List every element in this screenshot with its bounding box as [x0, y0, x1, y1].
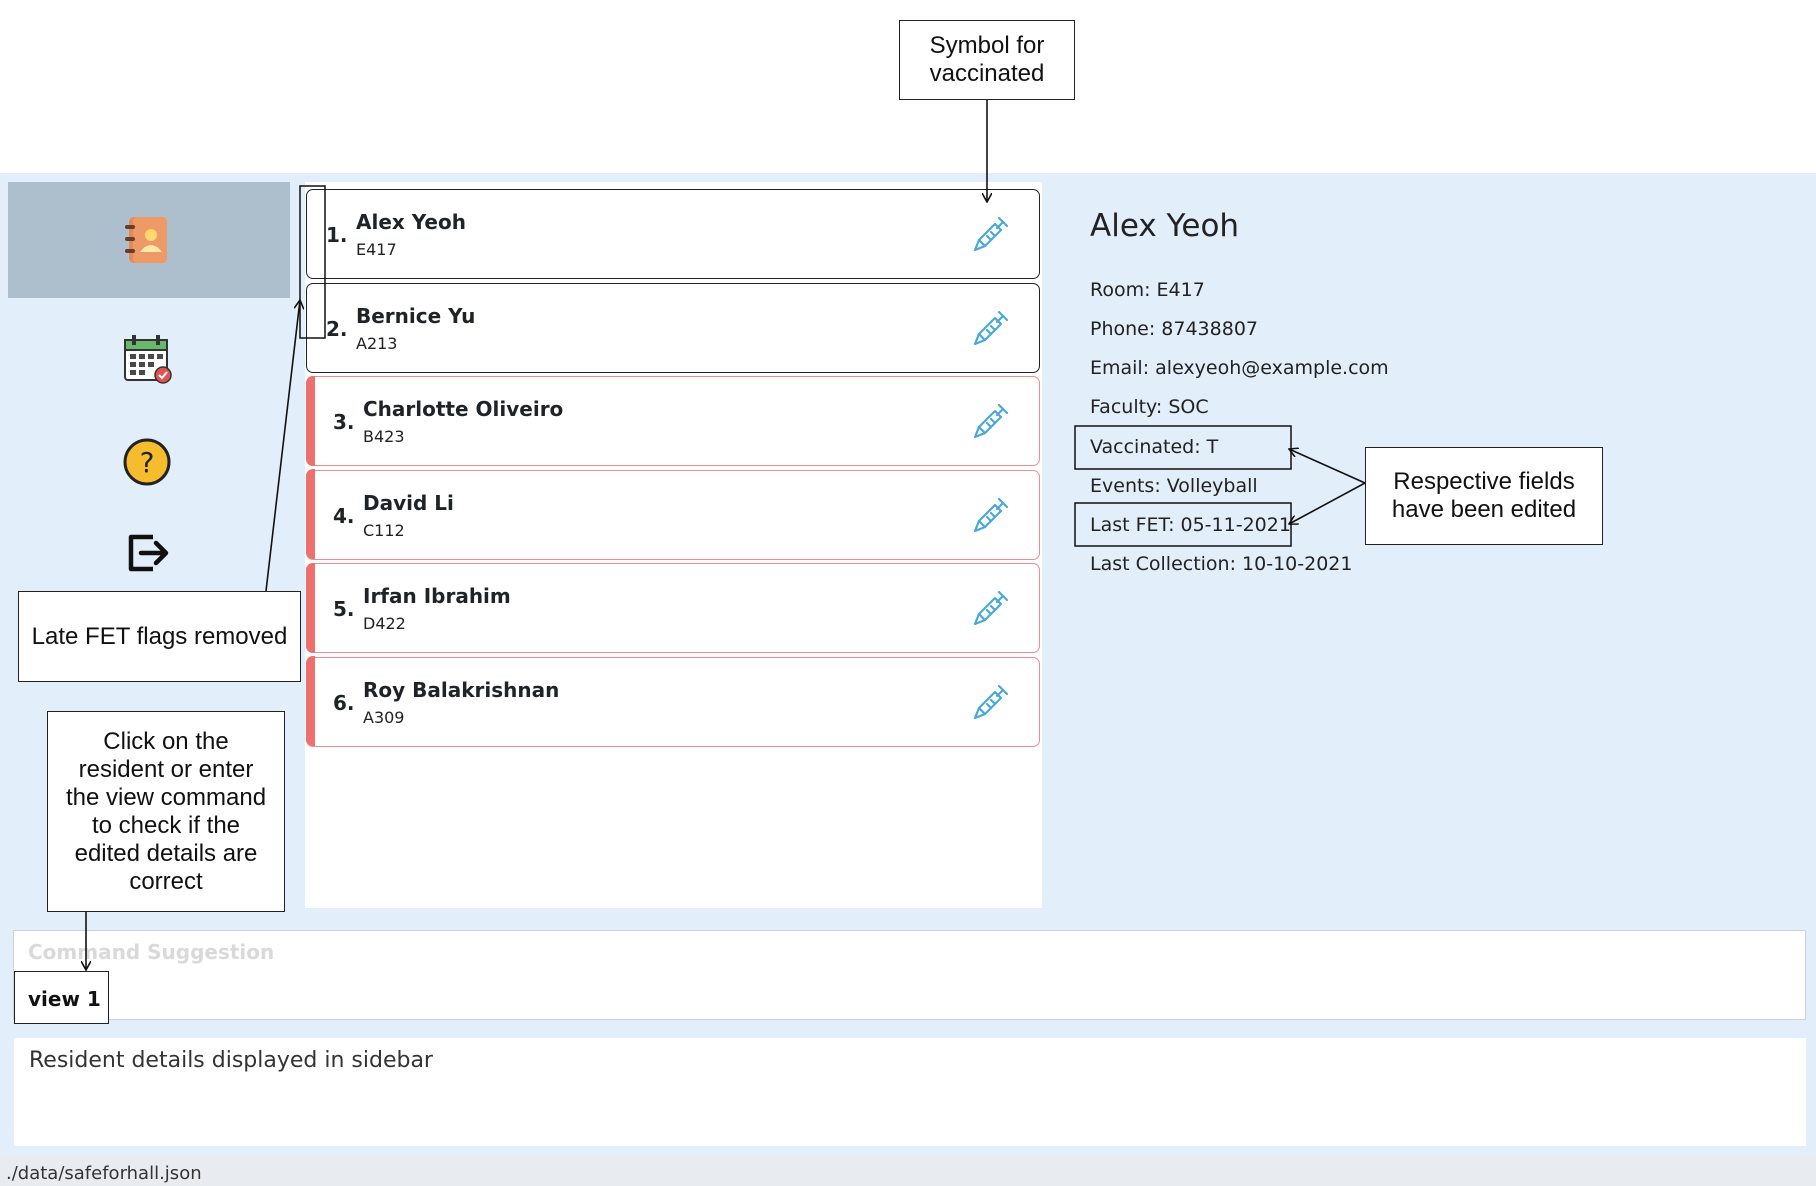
callout-line: Click on the: [103, 727, 229, 755]
syringe-icon: [971, 214, 1011, 258]
resident-room: A213: [356, 333, 398, 353]
command-box[interactable]: [13, 930, 1806, 1020]
detail-events: Events: Volleyball: [1090, 475, 1258, 497]
resident-card[interactable]: 2. Bernice Yu A213: [306, 282, 1040, 373]
result-text: Resident details displayed in sidebar: [29, 1048, 433, 1073]
detail-faculty: Faculty: SOC: [1090, 396, 1209, 418]
callout-line: to check if the: [91, 811, 241, 839]
detail-email: Email: alexyeoh@example.com: [1090, 357, 1389, 379]
detail-room: Room: E417: [1090, 279, 1205, 301]
resident-name: Bernice Yu: [356, 303, 476, 328]
syringe-icon: [971, 588, 1011, 632]
callout-line: Symbol for: [929, 32, 1045, 59]
callout-line: Respective fields: [1393, 468, 1575, 495]
late-fet-flag: [305, 562, 315, 653]
resident-card[interactable]: 5. Irfan Ibrahim D422: [305, 562, 1040, 653]
detail-vaccinated: Vaccinated: T: [1090, 436, 1219, 458]
syringe-icon: [971, 682, 1011, 726]
detail-last-collection: Last Collection: 10-10-2021: [1090, 553, 1353, 575]
calendar-icon[interactable]: [118, 330, 176, 386]
resident-name: Charlotte Oliveiro: [363, 397, 564, 421]
callout-view-hint: Click on the resident or enter the view …: [47, 711, 285, 912]
callout-vaccinated-symbol: Symbol for vaccinated: [899, 20, 1075, 100]
address-book-icon[interactable]: [118, 213, 176, 267]
status-file-path: ./data/safeforhall.json: [6, 1163, 202, 1184]
resident-index: 4.: [333, 503, 355, 528]
status-bar: [0, 1155, 1816, 1186]
callout-edited-fields: Respective fields have been edited: [1365, 447, 1603, 545]
resident-card[interactable]: 1. Alex Yeoh E417: [306, 189, 1040, 279]
resident-name: David Li: [363, 490, 454, 515]
resident-room: C112: [363, 520, 405, 540]
exit-icon[interactable]: [118, 526, 176, 580]
detail-name: Alex Yeoh: [1090, 208, 1240, 244]
callout-line: have been edited: [1391, 496, 1577, 523]
syringe-icon: [971, 401, 1011, 445]
callout-late-fet: Late FET flags removed: [18, 591, 301, 682]
command-suggestion: Command Suggestion: [28, 940, 275, 964]
resident-card[interactable]: 3. Charlotte Oliveiro B423: [305, 375, 1040, 466]
callout-line: resident or enter: [78, 755, 254, 783]
resident-room: D422: [363, 614, 406, 633]
callout-line: Late FET flags removed: [31, 622, 288, 650]
resident-index: 6.: [333, 690, 355, 715]
callout-line: edited details are: [74, 839, 258, 867]
resident-room: B423: [363, 427, 405, 446]
callout-line: correct: [129, 867, 203, 895]
command-input-text[interactable]: view 1: [28, 987, 101, 1011]
resident-name: Roy Balakrishnan: [363, 677, 560, 702]
resident-index: 1.: [326, 223, 348, 247]
resident-card[interactable]: 6. Roy Balakrishnan A309: [305, 656, 1040, 747]
resident-room: E417: [356, 240, 397, 259]
resident-index: 3.: [333, 410, 355, 434]
late-fet-flag: [305, 375, 315, 466]
resident-index: 2.: [326, 316, 348, 341]
resident-index: 5.: [333, 597, 355, 621]
detail-last-fet: Last FET: 05-11-2021: [1090, 514, 1291, 536]
late-fet-flag: [305, 469, 315, 559]
late-fet-flag: [305, 656, 315, 746]
syringe-icon: [971, 308, 1011, 352]
resident-room: A309: [363, 707, 405, 727]
callout-line: vaccinated: [929, 60, 1045, 87]
resident-name: Alex Yeoh: [356, 210, 466, 234]
svg-text:?: ?: [140, 446, 155, 479]
resident-card[interactable]: 4. David Li C112: [305, 469, 1040, 560]
resident-name: Irfan Ibrahim: [363, 584, 511, 608]
detail-phone: Phone: 87438807: [1090, 318, 1259, 340]
callout-line: the view command: [65, 783, 267, 811]
help-icon[interactable]: ?: [118, 435, 176, 489]
syringe-icon: [971, 495, 1011, 539]
